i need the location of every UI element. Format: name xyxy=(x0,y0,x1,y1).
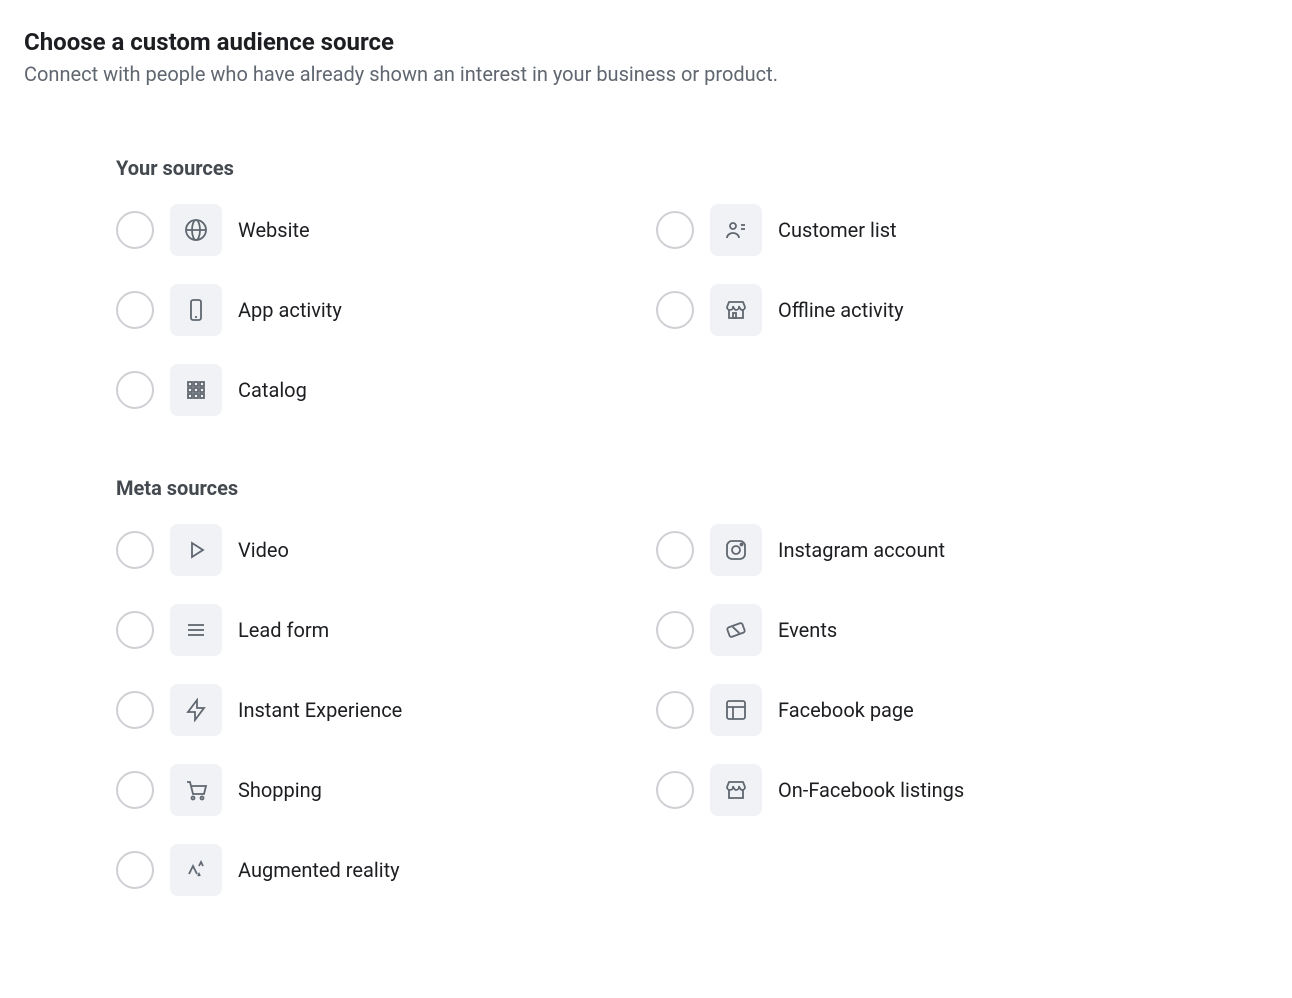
page-title: Choose a custom audience source xyxy=(24,28,1268,56)
instagram-icon xyxy=(710,524,762,576)
your-sources-grid: Website Customer list App activity Offli… xyxy=(116,204,1268,416)
option-customer-list[interactable]: Customer list xyxy=(656,204,1196,256)
option-video[interactable]: Video xyxy=(116,524,656,576)
radio-customer-list[interactable] xyxy=(656,211,694,249)
option-label: Facebook page xyxy=(778,698,914,722)
option-app-activity[interactable]: App activity xyxy=(116,284,656,336)
radio-augmented-reality[interactable] xyxy=(116,851,154,889)
option-label: Offline activity xyxy=(778,298,904,322)
lightning-icon xyxy=(170,684,222,736)
list-icon xyxy=(170,604,222,656)
option-label: Catalog xyxy=(238,378,307,402)
option-instagram-account[interactable]: Instagram account xyxy=(656,524,1196,576)
meta-sources-grid: Video Instagram account Lead form Events xyxy=(116,524,1268,896)
storefront-icon xyxy=(710,764,762,816)
option-offline-activity[interactable]: Offline activity xyxy=(656,284,1196,336)
option-instant-experience[interactable]: Instant Experience xyxy=(116,684,656,736)
option-on-facebook-listings[interactable]: On-Facebook listings xyxy=(656,764,1196,816)
radio-website[interactable] xyxy=(116,211,154,249)
option-catalog[interactable]: Catalog xyxy=(116,364,656,416)
option-label: Website xyxy=(238,218,310,242)
option-augmented-reality[interactable]: Augmented reality xyxy=(116,844,656,896)
option-label: Instagram account xyxy=(778,538,945,562)
option-label: App activity xyxy=(238,298,342,322)
option-events[interactable]: Events xyxy=(656,604,1196,656)
ticket-icon xyxy=(710,604,762,656)
option-shopping[interactable]: Shopping xyxy=(116,764,656,816)
radio-app-activity[interactable] xyxy=(116,291,154,329)
cart-icon xyxy=(170,764,222,816)
radio-catalog[interactable] xyxy=(116,371,154,409)
option-label: Video xyxy=(238,538,289,562)
phone-icon xyxy=(170,284,222,336)
option-lead-form[interactable]: Lead form xyxy=(116,604,656,656)
layout-icon xyxy=(710,684,762,736)
radio-shopping[interactable] xyxy=(116,771,154,809)
play-icon xyxy=(170,524,222,576)
option-website[interactable]: Website xyxy=(116,204,656,256)
option-label: Shopping xyxy=(238,778,322,802)
section-title-meta-sources: Meta sources xyxy=(116,476,1268,500)
radio-on-facebook-listings[interactable] xyxy=(656,771,694,809)
section-title-your-sources: Your sources xyxy=(116,156,1268,180)
page-subtitle: Connect with people who have already sho… xyxy=(24,62,1268,86)
radio-instant-experience[interactable] xyxy=(116,691,154,729)
radio-events[interactable] xyxy=(656,611,694,649)
sparkle-icon xyxy=(170,844,222,896)
option-label: Augmented reality xyxy=(238,858,400,882)
option-label: Events xyxy=(778,618,837,642)
globe-icon xyxy=(170,204,222,256)
option-label: Lead form xyxy=(238,618,329,642)
option-label: On-Facebook listings xyxy=(778,778,964,802)
radio-offline-activity[interactable] xyxy=(656,291,694,329)
option-facebook-page[interactable]: Facebook page xyxy=(656,684,1196,736)
option-label: Instant Experience xyxy=(238,698,402,722)
radio-video[interactable] xyxy=(116,531,154,569)
radio-facebook-page[interactable] xyxy=(656,691,694,729)
radio-instagram-account[interactable] xyxy=(656,531,694,569)
grid-icon xyxy=(170,364,222,416)
option-label: Customer list xyxy=(778,218,897,242)
radio-lead-form[interactable] xyxy=(116,611,154,649)
store-icon xyxy=(710,284,762,336)
person-list-icon xyxy=(710,204,762,256)
